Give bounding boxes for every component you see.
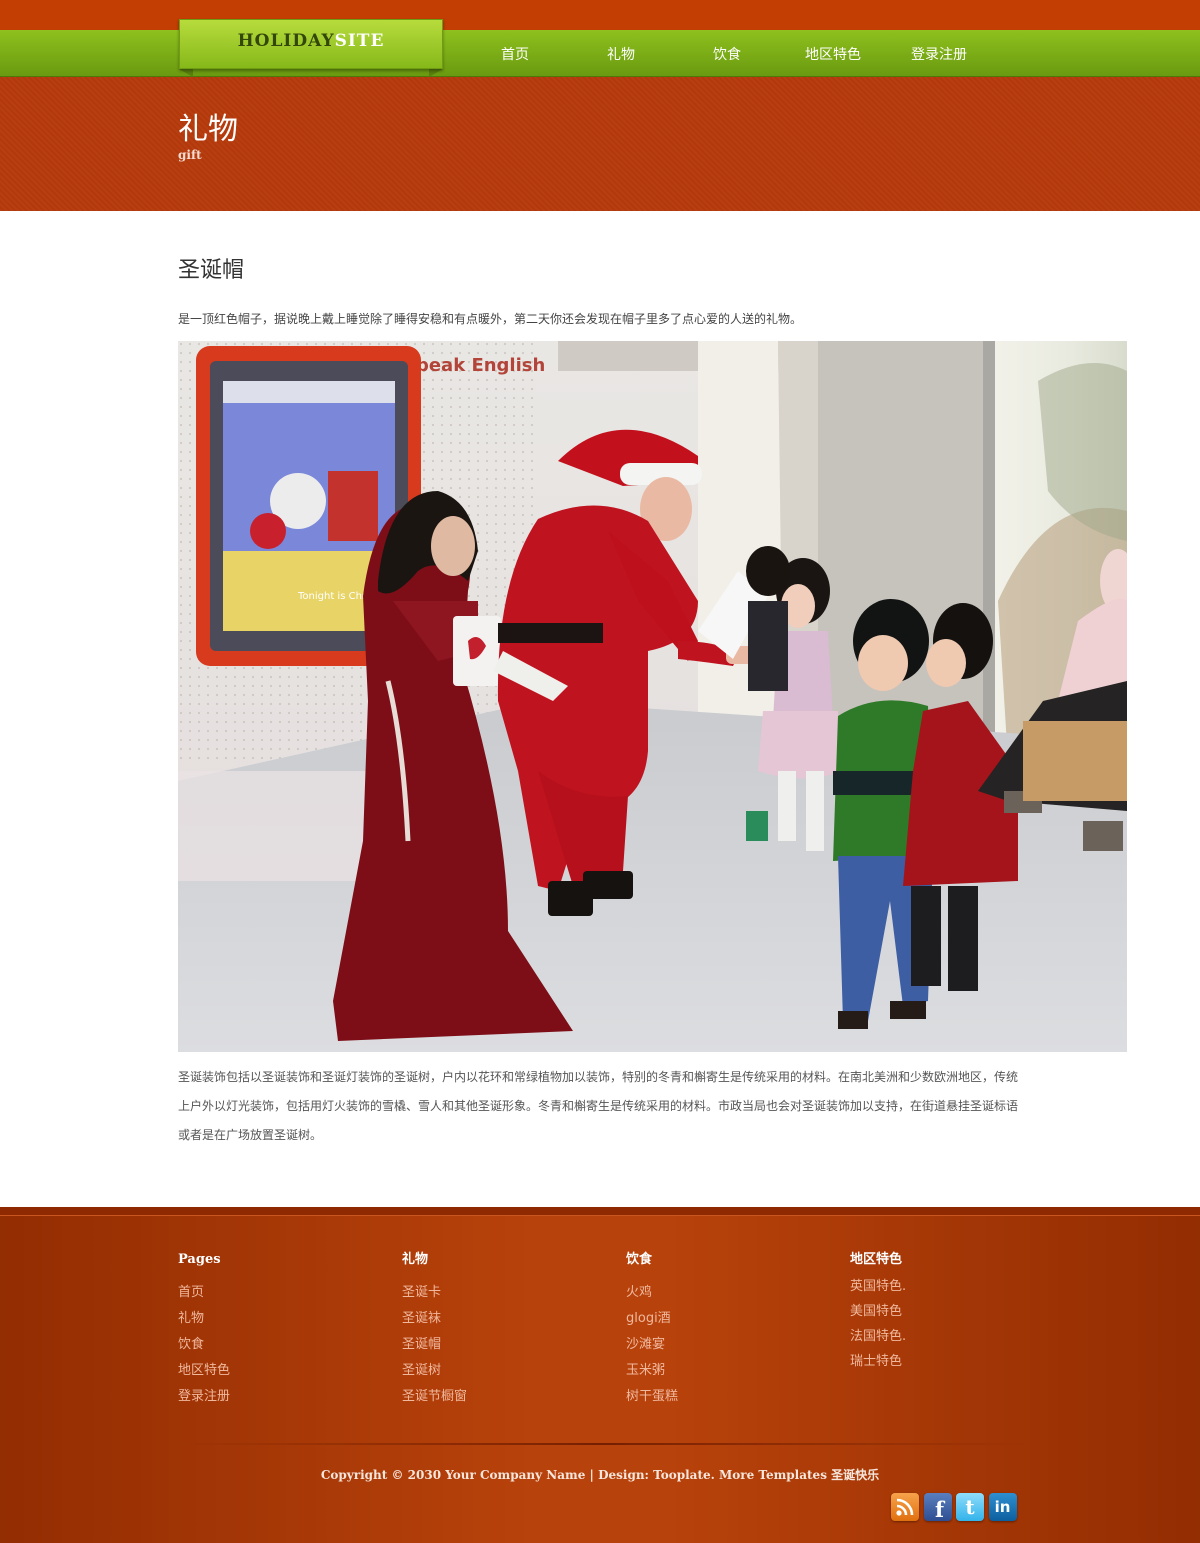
footer-link-christmas-tree[interactable]: 圣诞树: [402, 1363, 441, 1378]
santa-classroom-photo: Speak English Tonight is Christmas Eve: [178, 341, 1127, 1052]
footer-link-christmas-card[interactable]: 圣诞卡: [402, 1285, 441, 1300]
intro-paragraph: 是一顶红色帽子，据说晚上戴上睡觉除了睡得安稳和有点暖外，第二天你还会发现在帽子里…: [178, 312, 803, 326]
nav-link-home[interactable]: 首页: [462, 30, 568, 77]
photo-illustration: Speak English Tonight is Christmas Eve: [178, 341, 1127, 1052]
page-subtitle: gift: [178, 148, 202, 162]
footer-link-turkey[interactable]: 火鸡: [626, 1285, 652, 1300]
rss-icon[interactable]: [891, 1493, 919, 1521]
site-logo[interactable]: HOLIDAYSITE: [179, 31, 443, 51]
footer-link-switzerland[interactable]: 瑞士特色: [850, 1354, 902, 1369]
nav-link-gift[interactable]: 礼物: [568, 30, 674, 77]
footer-link-france[interactable]: 法国特色.: [850, 1329, 906, 1344]
body-paragraph: 圣诞装饰包括以圣诞装饰和圣诞灯装饰的圣诞树，户内以花环和常绿植物加以装饰，特别的…: [178, 1070, 1019, 1142]
footer-link-gift[interactable]: 礼物: [178, 1311, 204, 1326]
footer-top-line: [0, 1207, 1200, 1216]
main-nav: 首页 礼物 饮食 地区特色 登录注册: [462, 30, 992, 77]
twitter-icon[interactable]: t: [956, 1493, 984, 1521]
footer-column-title: Pages: [178, 1252, 221, 1267]
facebook-icon[interactable]: f: [923, 1493, 952, 1521]
footer-link-region[interactable]: 地区特色: [178, 1363, 230, 1378]
footer-column-food: 饮食 火鸡 glogi酒 沙滩宴 玉米粥 树干蛋糕: [626, 1252, 826, 1410]
footer-link-beach-feast[interactable]: 沙滩宴: [626, 1337, 665, 1352]
footer-link-glogi[interactable]: glogi酒: [626, 1311, 671, 1326]
logo-text-holiday: HOLIDAY: [237, 31, 335, 51]
footer-link-christmas-hat[interactable]: 圣诞帽: [402, 1337, 441, 1352]
footer-link-corn-porridge[interactable]: 玉米粥: [626, 1363, 665, 1378]
footer-link-yule-log[interactable]: 树干蛋糕: [626, 1389, 678, 1404]
footer-link-us[interactable]: 美国特色: [850, 1304, 902, 1319]
section-title: 圣诞帽: [178, 258, 245, 283]
page-title: 礼物: [178, 112, 238, 147]
nav-link-login[interactable]: 登录注册: [886, 30, 992, 77]
footer-column-title: 饮食: [626, 1252, 653, 1267]
wall-sign-text: Speak English: [403, 355, 545, 376]
nav-link-food[interactable]: 饮食: [674, 30, 780, 77]
logo-ribbon-fold-right: [429, 69, 443, 77]
footer-link-uk[interactable]: 英国特色.: [850, 1279, 906, 1294]
footer-column-title: 地区特色: [850, 1252, 903, 1267]
logo-text-site: SITE: [334, 31, 385, 51]
nav-link-region[interactable]: 地区特色: [780, 30, 886, 77]
footer-column-title: 礼物: [402, 1252, 429, 1267]
footer-link-login[interactable]: 登录注册: [178, 1389, 230, 1404]
linkedin-icon[interactable]: in: [988, 1493, 1017, 1521]
footer-link-christmas-stocking[interactable]: 圣诞袜: [402, 1311, 441, 1326]
footer-link-christmas-window[interactable]: 圣诞节橱窗: [402, 1389, 467, 1404]
footer-divider: [178, 1443, 1028, 1445]
logo-ribbon-fold-left: [179, 69, 193, 77]
footer-column-pages: Pages 首页 礼物 饮食 地区特色 登录注册: [178, 1252, 378, 1410]
copyright-text: Copyright © 2030 Your Company Name | Des…: [320, 1468, 880, 1482]
footer-column-gift: 礼物 圣诞卡 圣诞袜 圣诞帽 圣诞树 圣诞节橱窗: [402, 1252, 602, 1410]
social-links: f t in: [891, 1493, 1021, 1521]
footer-link-home[interactable]: 首页: [178, 1285, 204, 1300]
footer-link-food[interactable]: 饮食: [178, 1337, 204, 1352]
footer-column-region: 地区特色 英国特色. 美国特色 法国特色. 瑞士特色: [850, 1252, 1050, 1374]
